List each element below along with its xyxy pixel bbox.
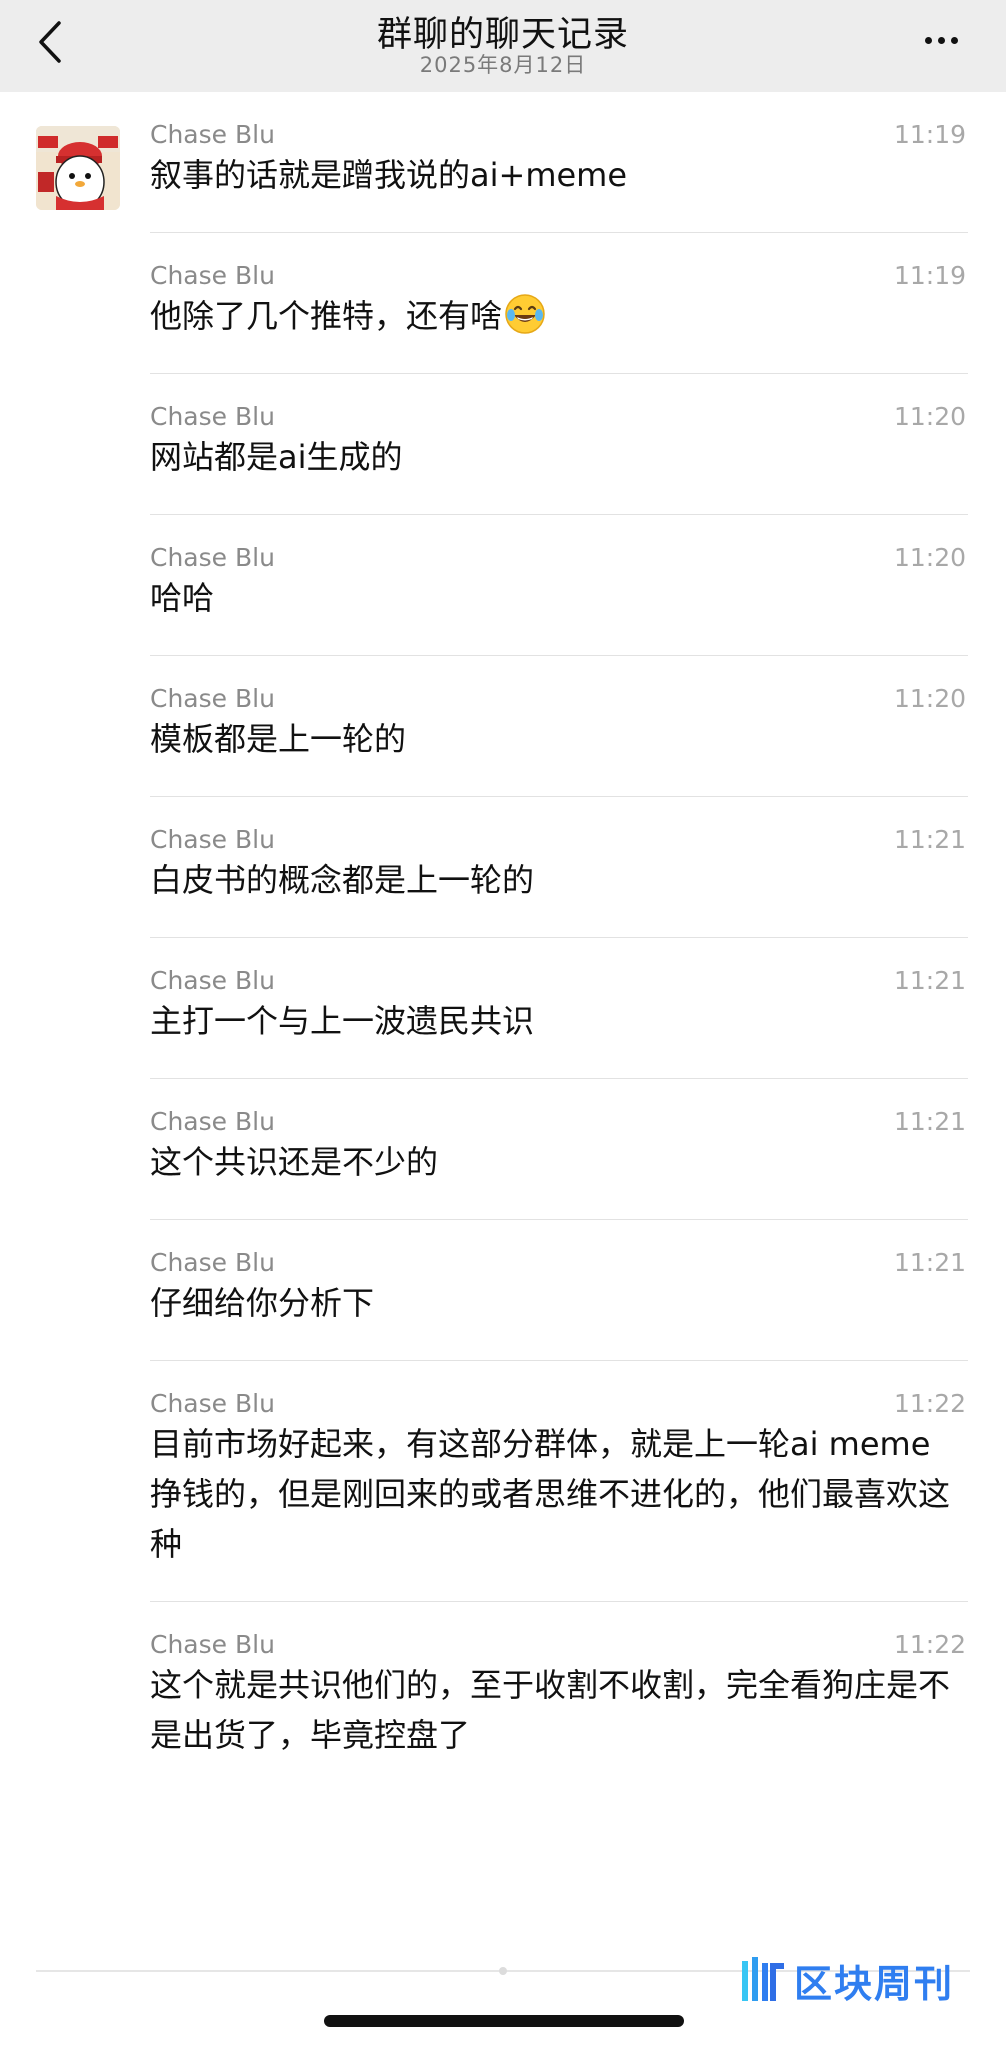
sender-name: Chase Blu	[150, 1389, 275, 1418]
message-time: 11:22	[893, 1630, 966, 1659]
message-list: Chase Blu 11:19 叙事的话就是蹭我说的ai+meme Chase …	[0, 92, 1006, 1792]
laughing-tears-emoji-icon	[505, 294, 545, 334]
chat-record-page: 群聊的聊天记录 2025年8月12日 Chase Blu 11:19 叙事的话就…	[0, 0, 1006, 2048]
more-dot-icon	[937, 36, 945, 44]
message-text: 仔细给你分析下	[150, 1284, 375, 1322]
watermark: 区块周刊	[740, 1950, 980, 2010]
chat-message[interactable]: Chase Blu 11:21 这个共识还是不少的	[150, 1079, 968, 1220]
chat-message[interactable]: Chase Blu 11:21 仔细给你分析下	[150, 1220, 968, 1361]
avatar[interactable]	[36, 126, 120, 210]
sender-name: Chase Blu	[150, 402, 275, 431]
message-time: 11:20	[893, 543, 966, 572]
chat-message[interactable]: Chase Blu 11:21 白皮书的概念都是上一轮的	[150, 797, 968, 938]
message-time: 11:21	[893, 1248, 966, 1277]
message-text: 这个就是共识他们的，至于收割不收割，完全看狗庄是不是出货了，毕竟控盘了	[150, 1666, 951, 1754]
chat-message[interactable]: Chase Blu 11:22 这个就是共识他们的，至于收割不收割，完全看狗庄是…	[150, 1602, 968, 1792]
message-time: 11:21	[893, 825, 966, 854]
chat-message[interactable]: Chase Blu 11:21 主打一个与上一波遗民共识	[150, 938, 968, 1079]
chat-message[interactable]: Chase Blu 11:19 他除了几个推特，还有啥	[150, 233, 968, 374]
message-text: 网站都是ai生成的	[150, 438, 403, 476]
message-text: 他除了几个推特，还有啥	[150, 297, 503, 335]
page-date: 2025年8月12日	[419, 53, 587, 77]
chat-message[interactable]: Chase Blu 11:20 模板都是上一轮的	[150, 656, 968, 797]
message-text: 目前市场好起来，有这部分群体，就是上一轮ai meme挣钱的，但是刚回来的或者思…	[150, 1425, 951, 1563]
chat-message[interactable]: Chase Blu 11:20 哈哈	[150, 515, 968, 656]
message-text: 白皮书的概念都是上一轮的	[150, 861, 535, 899]
message-time: 11:22	[893, 1389, 966, 1418]
message-time: 11:19	[893, 120, 966, 149]
message-time: 11:21	[893, 1107, 966, 1136]
message-text: 叙事的话就是蹭我说的ai+meme	[150, 156, 628, 194]
home-indicator[interactable]	[324, 2015, 684, 2027]
end-dot	[499, 1967, 507, 1975]
message-time: 11:19	[893, 261, 966, 290]
message-text: 哈哈	[150, 579, 215, 617]
more-options-button[interactable]	[916, 20, 966, 60]
block-weekly-logo-icon	[742, 1957, 784, 2001]
sender-name: Chase Blu	[150, 1248, 275, 1277]
message-text-container: 他除了几个推特，还有啥	[150, 289, 968, 373]
watermark-text: 区块周刊	[794, 1961, 955, 2006]
penguin-avatar-icon	[36, 126, 120, 210]
sender-name: Chase Blu	[150, 120, 275, 149]
message-time: 11:21	[893, 966, 966, 995]
message-text: 模板都是上一轮的	[150, 720, 407, 758]
message-time: 11:20	[893, 402, 966, 431]
message-text: 主打一个与上一波遗民共识	[150, 1002, 535, 1040]
sender-name: Chase Blu	[150, 543, 275, 572]
message-text: 这个共识还是不少的	[150, 1143, 439, 1181]
sender-name: Chase Blu	[150, 966, 275, 995]
more-dot-icon	[950, 36, 958, 44]
sender-name: Chase Blu	[150, 1630, 275, 1659]
sender-name: Chase Blu	[150, 261, 275, 290]
chat-message[interactable]: Chase Blu 11:22 目前市场好起来，有这部分群体，就是上一轮ai m…	[150, 1361, 968, 1602]
chat-message[interactable]: Chase Blu 11:19 叙事的话就是蹭我说的ai+meme	[150, 92, 968, 233]
sender-name: Chase Blu	[150, 684, 275, 713]
sender-name: Chase Blu	[150, 825, 275, 854]
more-dot-icon	[924, 36, 932, 44]
chat-message[interactable]: Chase Blu 11:20 网站都是ai生成的	[150, 374, 968, 515]
sender-name: Chase Blu	[150, 1107, 275, 1136]
header-bar: 群聊的聊天记录 2025年8月12日	[0, 0, 1006, 92]
message-time: 11:20	[893, 684, 966, 713]
